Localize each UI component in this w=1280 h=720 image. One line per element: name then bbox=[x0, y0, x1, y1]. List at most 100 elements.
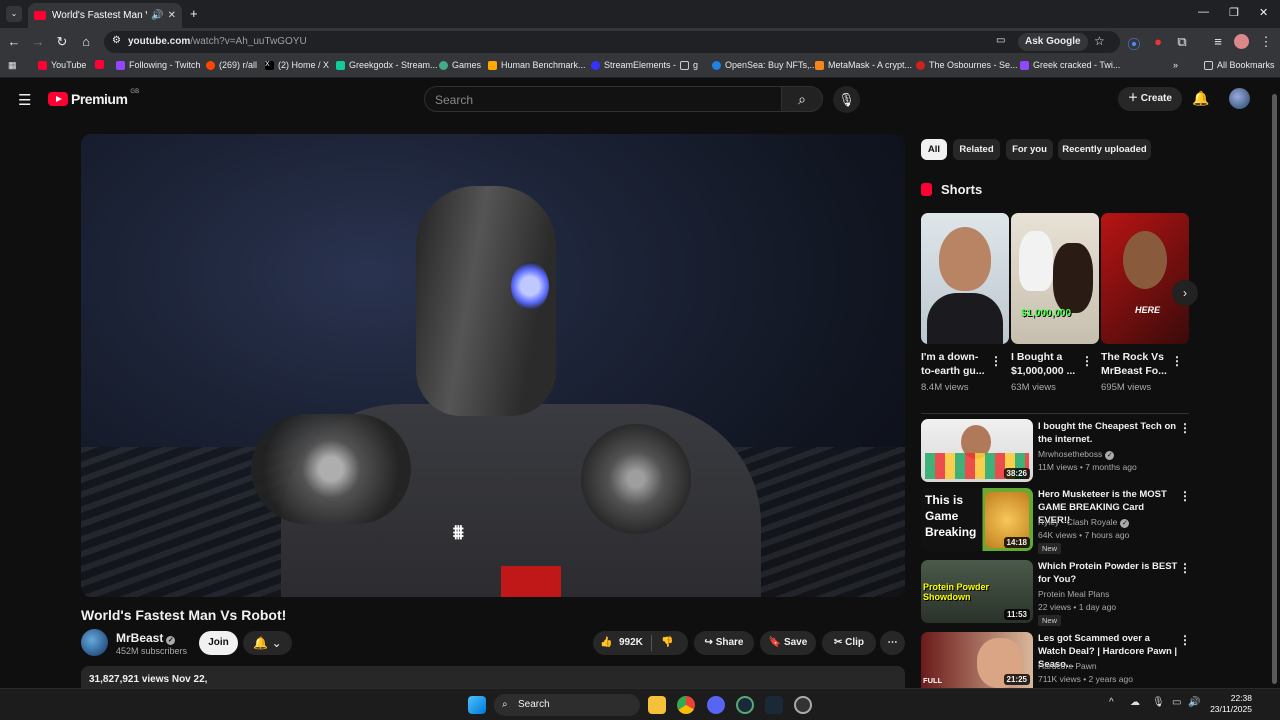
join-button[interactable]: Join bbox=[199, 631, 238, 655]
share-button[interactable]: ↪ Share bbox=[694, 631, 754, 655]
short-2-menu-icon[interactable]: ⋮ bbox=[1081, 354, 1093, 368]
video-channel-3[interactable]: Protein Meal Plans bbox=[1038, 589, 1109, 599]
forward-arrow-icon[interactable]: → bbox=[30, 34, 46, 49]
chip-for-you[interactable]: For you bbox=[1006, 139, 1053, 160]
notifications-bell-icon[interactable]: 🔔 bbox=[1192, 90, 1209, 107]
home-icon[interactable]: ⌂ bbox=[78, 34, 94, 49]
like-thumb-icon[interactable]: 👍 bbox=[600, 631, 612, 655]
bookmarks-overflow-icon[interactable]: » bbox=[1173, 60, 1178, 70]
more-actions-button[interactable]: ⋯ bbox=[880, 631, 905, 655]
short-title-2[interactable]: I Bought a $1,000,000 ... bbox=[1011, 350, 1081, 378]
taskbar-search[interactable]: ⌕ Search bbox=[494, 694, 640, 716]
reload-icon[interactable]: ↻ bbox=[54, 34, 70, 50]
tab-search-button[interactable]: ⌄ bbox=[6, 6, 22, 22]
voice-search-button[interactable]: 🎙 bbox=[833, 86, 860, 113]
bookmark-opensea[interactable]: OpenSea: Buy NFTs,... bbox=[712, 60, 817, 70]
short-thumbnail-2[interactable]: $1,000,000 bbox=[1011, 213, 1099, 344]
video-title-3[interactable]: Which Protein Powder is BEST for You? bbox=[1038, 560, 1178, 586]
close-tab-icon[interactable]: ✕ bbox=[168, 10, 176, 21]
site-info-icon[interactable]: ⚙ bbox=[112, 35, 121, 46]
app-icon-2[interactable] bbox=[794, 696, 812, 714]
windows-start-icon[interactable] bbox=[468, 696, 486, 714]
network-icon[interactable]: ▭ bbox=[1172, 697, 1181, 708]
recording-extension-icon[interactable]: ● bbox=[1150, 34, 1166, 49]
reading-list-icon[interactable]: ≡ bbox=[1210, 34, 1226, 49]
video-thumbnail-2[interactable]: This is Game Breaking 14:18 bbox=[921, 488, 1033, 551]
bookmark-greekgodx[interactable]: Greekgodx - Stream... bbox=[336, 60, 438, 70]
bookmark-reddit[interactable]: (269) r/all bbox=[206, 60, 257, 70]
bookmark-twitch[interactable]: Following - Twitch bbox=[116, 60, 200, 70]
video-channel-2[interactable]: Ryley - Clash Royale ✓ bbox=[1038, 517, 1130, 528]
steam-icon[interactable] bbox=[765, 696, 783, 714]
file-explorer-icon[interactable] bbox=[648, 696, 666, 714]
short-3-menu-icon[interactable]: ⋮ bbox=[1171, 354, 1183, 368]
all-bookmarks-folder[interactable]: All Bookmarks bbox=[1204, 60, 1275, 70]
short-thumbnail-3[interactable]: HERE bbox=[1101, 213, 1189, 344]
create-button[interactable]: ＋ Create bbox=[1118, 87, 1182, 111]
scrollbar-thumb[interactable] bbox=[1272, 94, 1277, 684]
page-scrollbar[interactable] bbox=[1272, 90, 1277, 688]
video-thumbnail-1[interactable]: 38:26 bbox=[921, 419, 1033, 482]
ask-google-button[interactable]: Ask Google bbox=[1018, 33, 1088, 51]
bookmark-folder-g[interactable]: g bbox=[680, 60, 698, 70]
video-thumbnail-3[interactable]: Protein Powder Showdown 11:53 bbox=[921, 560, 1033, 623]
speaker-icon[interactable]: 🔊 bbox=[151, 10, 163, 21]
short-title-3[interactable]: The Rock Vs MrBeast Fo... bbox=[1101, 350, 1171, 378]
youtube-premium-logo[interactable]: Premium GB bbox=[48, 89, 139, 107]
taskbar-clock[interactable]: 22:38 23/11/2025 bbox=[1208, 693, 1252, 715]
microphone-icon[interactable]: 🎙 bbox=[1152, 697, 1165, 708]
bookmark-greek-cracked[interactable]: Greek cracked - Twi... bbox=[1020, 60, 1120, 70]
save-button[interactable]: 🔖 Save bbox=[760, 631, 816, 655]
video-4-menu-icon[interactable]: ⋮ bbox=[1179, 633, 1191, 647]
bookmark-streamelements[interactable]: StreamElements - bbox=[591, 60, 676, 70]
bookmark-x[interactable]: X (2) Home / X bbox=[265, 60, 329, 70]
extension-icon[interactable]: ⦿ bbox=[1126, 34, 1142, 53]
app-icon[interactable] bbox=[736, 696, 754, 714]
bookmark-youtube[interactable]: YouTube bbox=[38, 60, 86, 70]
bookmark-osbournes[interactable]: The Osbournes - Se... bbox=[916, 60, 1018, 70]
browser-tab-active[interactable]: World's Fastest Man Vs Robot! 🔊 ✕ bbox=[28, 3, 182, 28]
short-thumbnail-1[interactable] bbox=[921, 213, 1009, 344]
chip-all[interactable]: All bbox=[921, 139, 947, 160]
channel-name[interactable]: MrBeast ✓ bbox=[116, 631, 176, 645]
shorts-next-button[interactable]: › bbox=[1172, 280, 1198, 306]
address-bar[interactable]: ⚙ youtube.com/watch?v=Ah_uuTwGOYU ▭ Ask … bbox=[104, 31, 1120, 53]
discord-icon[interactable] bbox=[707, 696, 725, 714]
clip-button[interactable]: ✂ Clip bbox=[822, 631, 876, 655]
video-2-menu-icon[interactable]: ⋮ bbox=[1179, 489, 1191, 503]
close-window-button[interactable]: ✕ bbox=[1259, 6, 1268, 19]
dislike-thumb-icon[interactable]: 👎 bbox=[661, 631, 673, 655]
video-thumbnail-4[interactable]: FULL 21:25 bbox=[921, 632, 1033, 688]
new-tab-button[interactable]: + bbox=[190, 6, 198, 21]
hamburger-menu-icon[interactable]: ☰ bbox=[18, 91, 31, 109]
channel-avatar[interactable] bbox=[81, 629, 108, 656]
minimize-button[interactable]: — bbox=[1198, 6, 1209, 18]
description-box[interactable]: 31,827,921 views Nov 22, bbox=[81, 666, 905, 690]
volume-icon[interactable]: 🔊 bbox=[1188, 697, 1200, 708]
bookmark-star-icon[interactable]: ☆ bbox=[1094, 34, 1105, 48]
chip-related[interactable]: Related bbox=[953, 139, 1000, 160]
search-input[interactable]: Search bbox=[424, 86, 782, 112]
menu-kebab-icon[interactable]: ⋮ bbox=[1258, 34, 1274, 50]
tray-app-icon[interactable]: ☁ bbox=[1130, 697, 1140, 708]
extensions-puzzle-icon[interactable]: ⧉ bbox=[1174, 34, 1190, 50]
profile-avatar[interactable] bbox=[1234, 34, 1249, 49]
subscription-bell-button[interactable]: 🔔 ⌄ bbox=[243, 631, 292, 655]
bookmark-games[interactable]: Games bbox=[439, 60, 481, 70]
video-1-menu-icon[interactable]: ⋮ bbox=[1179, 421, 1191, 435]
bookmark-human-benchmark[interactable]: Human Benchmark... bbox=[488, 60, 586, 70]
search-button[interactable]: ⌕ bbox=[781, 86, 823, 112]
video-channel-4[interactable]: Hardcore Pawn bbox=[1038, 661, 1097, 671]
back-arrow-icon[interactable]: ← bbox=[6, 34, 22, 49]
cast-icon[interactable]: ▭ bbox=[996, 35, 1005, 46]
restore-button[interactable]: ❐ bbox=[1229, 6, 1239, 19]
chrome-icon[interactable] bbox=[677, 696, 695, 714]
short-1-menu-icon[interactable]: ⋮ bbox=[990, 354, 1002, 368]
chip-recently-uploaded[interactable]: Recently uploaded bbox=[1058, 139, 1151, 160]
account-avatar[interactable] bbox=[1229, 88, 1250, 109]
video-title-1[interactable]: I bought the Cheapest Tech on the intern… bbox=[1038, 420, 1178, 446]
bookmark-metamask[interactable]: MetaMask - A crypt... bbox=[815, 60, 912, 70]
like-count[interactable]: 992K bbox=[619, 631, 643, 655]
video-3-menu-icon[interactable]: ⋮ bbox=[1179, 561, 1191, 575]
apps-grid-icon[interactable]: ▦ bbox=[8, 60, 17, 71]
